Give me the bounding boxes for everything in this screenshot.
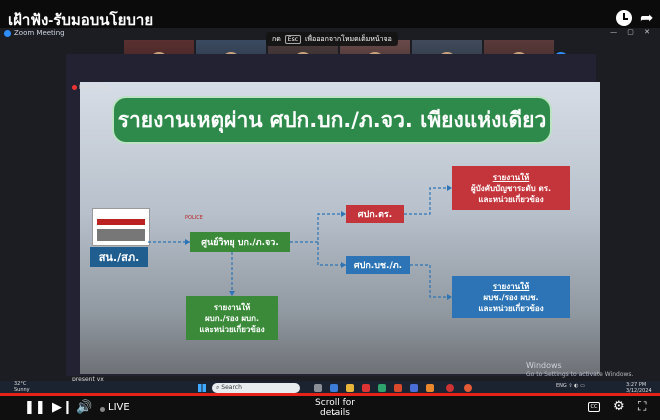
file-explorer-icon [346, 384, 354, 392]
taskbar-search: ⌕ Search [212, 383, 300, 393]
next-icon[interactable]: ▶❙ [52, 400, 73, 415]
watermark-title: Windows [526, 361, 562, 370]
police-station-image: POLICE [92, 208, 203, 246]
watch-later-icon[interactable] [616, 10, 632, 26]
weather-widget: 32°C Sunny [14, 381, 30, 393]
pk-ops-box: ศปก.ตร. [346, 205, 404, 223]
zoom-app-icon [330, 384, 338, 392]
live-label[interactable]: LIVE [108, 402, 130, 413]
task-view-icon [314, 384, 322, 392]
police-sign: POLICE [185, 215, 203, 221]
report-division-title: รายงานให้ [213, 302, 251, 312]
esc-prefix: กด [272, 34, 281, 43]
record-app-icon [464, 384, 472, 392]
windows-start-icon [198, 384, 206, 392]
report-division-line1: ผบก./รอง ผบก. [204, 313, 259, 323]
windows-activation-watermark: Windows Go to Settings to activate Windo… [526, 361, 633, 379]
record-dot-icon [72, 85, 77, 90]
report-national-line2: และหน่วยเกี่ยวข้อง [478, 194, 544, 204]
recording-label: Recording [79, 84, 110, 91]
office-app-icon [362, 384, 370, 392]
pb-ops-box: ศปก.บช./ภ. [346, 256, 410, 274]
report-division-box: รายงานให้ ผบก./รอง ผบก. และหน่วยเกี่ยวข้… [186, 296, 278, 340]
word-app-icon [410, 384, 418, 392]
fullscreen-icon[interactable]: ⛶ [638, 399, 646, 414]
zoom-title: Zoom Meeting [14, 29, 65, 37]
radio-center-box: ศูนย์วิทยุ บก./ภ.จว. [190, 232, 290, 252]
gear-icon[interactable]: ⚙ [613, 399, 625, 414]
live-dot-icon [100, 407, 105, 412]
window-buttons[interactable]: — ▢ ✕ [610, 28, 654, 36]
fullscreen-exit-banner: กด Esc เพื่อออกจากโหมดเต็มหน้าจอ [266, 32, 398, 46]
report-bureau-line1: ผบช./รอง ผบช. [483, 292, 539, 302]
edge-browser-icon [378, 384, 386, 392]
captions-button[interactable]: CC [588, 402, 600, 412]
system-tray: ENG ⇪ ◐ ▭ [556, 383, 585, 389]
pause-icon[interactable]: ❚❚ [24, 400, 46, 415]
share-icon[interactable]: ➦ [640, 8, 653, 27]
chevron-down-icon[interactable]: ⌄ [330, 408, 338, 418]
source-station-box: สน./สภ. [90, 247, 148, 267]
recording-badge: Recording [72, 84, 109, 91]
media-app-icon [426, 384, 434, 392]
report-bureau-line2: และหน่วยเกี่ยวข้อง [478, 303, 544, 313]
volume-icon[interactable]: 🔊 [76, 400, 92, 415]
chrome-icon [446, 384, 454, 392]
report-division-line2: และหน่วยเกี่ยวข้อง [199, 324, 265, 334]
esc-text: เพื่อออกจากโหมดเต็มหน้าจอ [305, 34, 392, 43]
report-bureau-title: รายงานให้ [492, 281, 530, 291]
video-player[interactable]: เฝ้าฟัง-รับมอบนโยบาย ➦ Zoom Meeting — ▢ … [0, 0, 660, 420]
report-bureau-box: รายงานให้ ผบช./รอง ผบช. และหน่วยเกี่ยวข้… [452, 276, 570, 318]
report-national-line1: ผู้บังคับบัญชาระดับ ตร. [470, 183, 552, 193]
esc-key: Esc [284, 34, 302, 44]
zoom-title-bar: Zoom Meeting [4, 28, 65, 38]
report-national-box: รายงานให้ ผู้บังคับบัญชาระดับ ตร. และหน่… [452, 166, 570, 210]
player-controls: ❚❚ ▶❙ 🔊 LIVE Scroll for details ⌄ CC ⚙ ⛶ [0, 396, 660, 420]
watermark-subtitle: Go to Settings to activate Windows. [526, 371, 634, 378]
zoom-logo-icon [4, 29, 11, 37]
slide-title: รายงานเหตุผ่าน ศปก.บก./ภ.จว. เพียงแห่งเด… [112, 96, 552, 144]
report-national-title: รายงานให้ [492, 172, 530, 182]
powerpoint-icon [394, 384, 402, 392]
taskbar-search-label: Search [221, 384, 242, 391]
